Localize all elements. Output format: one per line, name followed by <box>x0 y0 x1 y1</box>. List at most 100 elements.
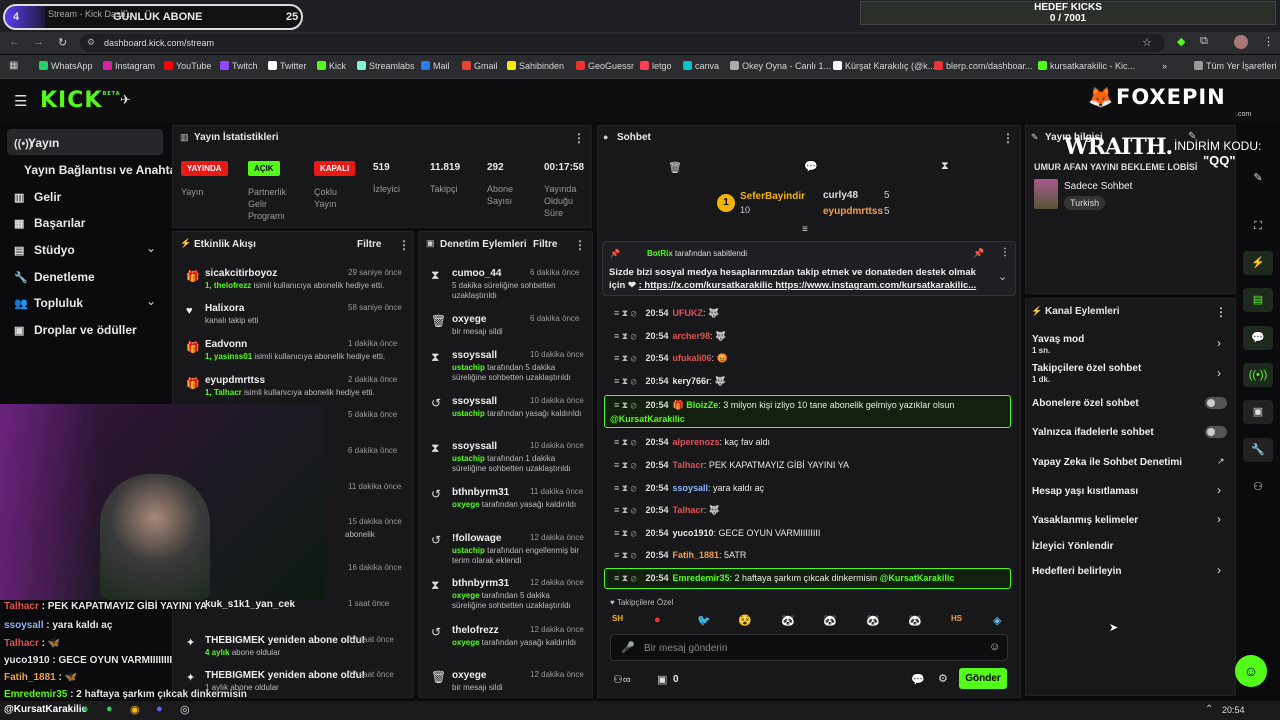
tray-chevron-icon[interactable]: ⌃ <box>1205 704 1213 715</box>
emote-hs[interactable]: HS <box>951 614 962 623</box>
chat-message[interactable]: ≡ ⧗ ⊘ 20:54 Fatih_1881: 5ATR <box>614 550 746 561</box>
bookmark-sahibinden[interactable]: Sahibinden <box>507 61 564 71</box>
chat-message[interactable]: ≡ ⧗ ⊘ 20:54 alperenozs: kaç fav aldı <box>614 437 770 448</box>
chat-message[interactable]: ≡ ⧗ ⊘ 20:54 yuco1910: GECE OYUN VARMIIIIII… <box>614 528 820 539</box>
bookmark-kick[interactable]: Kick <box>317 61 346 71</box>
support-chat-button[interactable]: ☺ <box>1235 655 1267 687</box>
chat-message[interactable]: ≡ ⧗ ⊘ 20:54 Talhacr: 🐺 <box>614 505 720 516</box>
mic-icon[interactable]: 🎤 <box>621 641 635 654</box>
activity-filter-button[interactable]: Filtre <box>357 239 381 250</box>
sidebar-item-community[interactable]: 👥 Topluluk <box>14 296 83 310</box>
chat-bubble-icon[interactable]: 💬 <box>804 160 818 173</box>
chat-menu-icon[interactable]: ⋮ <box>1002 131 1014 145</box>
bookmark-blerp[interactable]: blerp.com/dashboar... <box>934 61 1033 71</box>
chat-clear-icon[interactable]: 🗑 <box>668 161 682 174</box>
sidebar-item-studio[interactable]: ▤ Stüdyo <box>14 243 75 257</box>
pinned-expand-icon[interactable]: ⌄ <box>998 270 1007 283</box>
taskbar-chrome-icon[interactable]: ◉ <box>130 703 140 716</box>
sidebar-item-moderation[interactable]: 🔧 Denetleme <box>14 270 95 284</box>
followers-chat-chevron-icon[interactable]: › <box>1217 366 1221 380</box>
chat-message[interactable]: ≡ ⧗ ⊘ 20:54 Talhacr: PEK KAPATMAYIZ GİBİ Y… <box>614 460 849 471</box>
emoji-icon[interactable]: ☺ <box>989 641 1000 653</box>
emote-sh[interactable]: SH <box>612 614 623 623</box>
emotes-chat-toggle[interactable] <box>1205 426 1227 438</box>
bookmark-kursat-x[interactable]: Kürşat Karakılıç (@k... <box>833 61 935 71</box>
viewer-redirect-item[interactable]: İzleyici Yönlendir <box>1032 541 1114 552</box>
slow-mode-item[interactable]: Yavaş mod 1 sn. <box>1032 334 1084 355</box>
sidebar-item-achievements[interactable]: ▦ Başarılar <box>14 216 85 230</box>
category-name[interactable]: Sadece Sohbet <box>1064 181 1132 192</box>
chat-message[interactable]: ≡ ⧗ ⊘ 20:54 UFUKZ: 🐺 <box>614 308 719 319</box>
mod-actions-menu-icon[interactable]: ⋮ <box>574 238 586 252</box>
set-goals-chevron-icon[interactable]: › <box>1217 563 1221 577</box>
chat-message[interactable]: ≡ ⧗ ⊘ 20:54 Emredemir35: 2 haftaya şarkım … <box>614 573 954 584</box>
chat-message[interactable]: ≡ ⧗ ⊘ 20:54 ssoysall: yara kaldı aç <box>614 483 764 494</box>
emote-panda4[interactable]: 🐼 <box>908 614 922 627</box>
leader-1-name[interactable]: SeferBayindir <box>740 191 805 202</box>
taskbar-obs-icon[interactable]: ◎ <box>180 703 190 716</box>
chat-message[interactable]: ≡ ⧗ ⊘ 20:54 ufukali06: 😡 <box>614 353 728 364</box>
channel-actions-menu-icon[interactable]: ⋮ <box>1215 305 1227 319</box>
chat-slowmode-icon[interactable]: ⧗ <box>941 160 949 173</box>
bookmark-mail[interactable]: Mail <box>421 61 450 71</box>
hamburger-menu-icon[interactable]: ☰ <box>14 92 27 110</box>
taskbar-spotify-icon[interactable]: ● <box>82 703 89 715</box>
activity-menu-icon[interactable]: ⋮ <box>398 238 410 252</box>
stats-menu-icon[interactable]: ⋮ <box>573 131 585 145</box>
bookmark-geoguessr[interactable]: GeoGuessr <box>576 61 634 71</box>
send-button[interactable]: Gönder <box>959 668 1007 689</box>
kick-logo[interactable]: KICKBETA <box>40 88 121 113</box>
back-icon[interactable]: ← <box>9 36 20 48</box>
taskbar-whatsapp-icon[interactable]: ● <box>106 703 113 715</box>
browser-menu-icon[interactable]: ⋮ <box>1263 35 1274 48</box>
account-age-item[interactable]: Hesap yaşı kısıtlaması <box>1032 486 1138 497</box>
sidebar-item-drops[interactable]: ▣ Droplar ve ödüller <box>14 323 137 337</box>
chat-settings-icon[interactable]: ⚙ <box>938 672 948 685</box>
bookmark-instagram[interactable]: Instagram <box>103 61 155 71</box>
rail-edit-icon[interactable]: ✎ <box>1243 166 1273 190</box>
rail-screen-icon[interactable]: ⛶ <box>1243 214 1273 238</box>
browser-tab-title[interactable]: Stream - Kick Dash... <box>48 9 133 19</box>
taskbar-discord-icon[interactable]: ● <box>156 703 163 715</box>
bookmark-twitch[interactable]: Twitch <box>220 61 258 71</box>
site-info-icon[interactable]: ⚙ <box>87 37 95 48</box>
set-goals-item[interactable]: Hedefleri belirleyin <box>1032 566 1121 577</box>
chat-input[interactable]: 🎤 Bir mesaj gönderin ☺ <box>610 634 1008 661</box>
community-chevron-icon[interactable]: ⌄ <box>146 294 156 308</box>
emote-panda2[interactable]: 🐼 <box>823 614 837 627</box>
banned-words-chevron-icon[interactable]: › <box>1217 512 1221 526</box>
bookmark-kick-channel[interactable]: kursatkarakilic - Kic... <box>1038 61 1135 71</box>
gift-store-icon[interactable]: ▣ <box>657 673 667 686</box>
extensions-icon[interactable]: ⧉ <box>1200 35 1208 48</box>
chat-settings-bubble-icon[interactable]: 💬 <box>911 673 925 686</box>
chat-message[interactable]: ≡ ⧗ ⊘ 20:54 archer98: 🐺 <box>614 331 726 342</box>
bookmark-star-icon[interactable]: ☆ <box>1142 36 1152 49</box>
rail-users-icon[interactable]: ⚇ <box>1243 475 1273 499</box>
sidebar-item-revenue[interactable]: ▥ Gelir <box>14 190 61 204</box>
rail-chat-icon[interactable]: 💬 <box>1243 326 1273 350</box>
bookmark-okey[interactable]: Okey Oyna - Canlı 1... <box>730 61 831 71</box>
leader-2-name[interactable]: curly48 <box>823 190 858 201</box>
rail-wrench-icon[interactable]: 🔧 <box>1243 438 1273 462</box>
emote-cube[interactable]: ◈ <box>993 614 1001 627</box>
extension-shield-icon[interactable]: ◆ <box>1177 35 1185 48</box>
bookmark-streamlabs[interactable]: Streamlabs <box>357 61 415 71</box>
emote-panda[interactable]: 🐼 <box>781 614 795 627</box>
chat-message[interactable]: ≡ ⧗ ⊘ 20:54 kery766r: 🐺 <box>614 376 726 387</box>
slow-mode-chevron-icon[interactable]: › <box>1217 336 1221 350</box>
mod-actions-filter-button[interactable]: Filtre <box>533 239 557 250</box>
url-field[interactable]: ⚙ dashboard.kick.com/stream ☆ <box>80 34 1165 52</box>
emote-panda3[interactable]: 🐼 <box>866 614 880 627</box>
chat-mention[interactable]: @KursatKarakilic <box>610 414 685 424</box>
pin-icon[interactable]: ✈ <box>120 92 131 108</box>
banned-words-item[interactable]: Yasaklanmış kelimeler <box>1032 515 1138 526</box>
account-age-chevron-icon[interactable]: › <box>1217 483 1221 497</box>
bookmarks-more-icon[interactable]: » <box>1162 61 1167 71</box>
leader-3-name[interactable]: eyupdmrttss <box>823 206 883 217</box>
leaderboard-expand-icon[interactable]: ≡ <box>802 224 808 235</box>
bookmark-letgo[interactable]: letgo <box>640 61 672 71</box>
emote-face[interactable]: 😵 <box>738 614 752 627</box>
emote-red[interactable]: ● <box>654 614 661 626</box>
bookmark-youtube[interactable]: YouTube <box>164 61 211 71</box>
sidebar-item-stream[interactable]: ((•))Yayın <box>14 136 59 150</box>
